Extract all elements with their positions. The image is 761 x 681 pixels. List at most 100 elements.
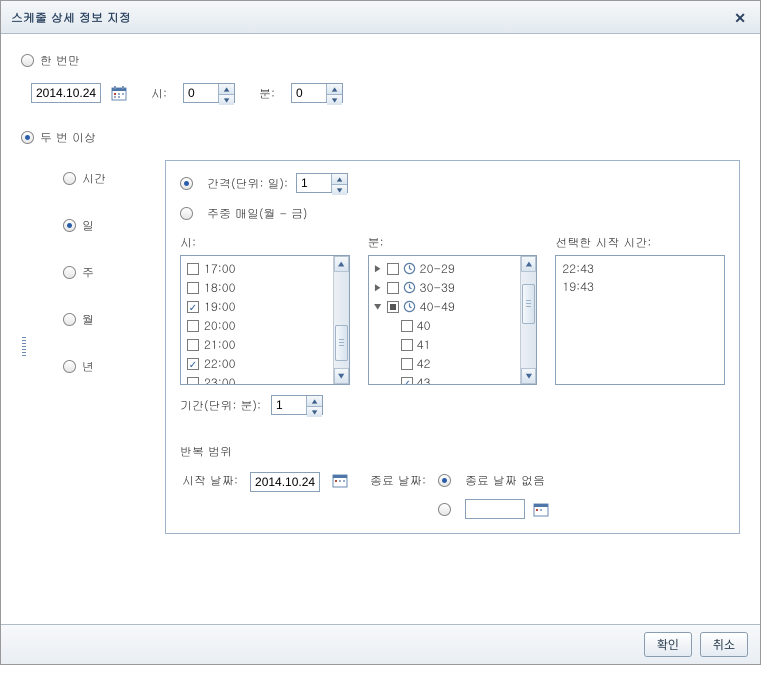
spinner-down-icon[interactable]: ▼ [307,407,322,417]
drag-handle-icon[interactable] [21,332,27,362]
checkbox[interactable] [387,282,399,294]
checkbox[interactable] [401,339,413,351]
hour-item[interactable]: 22:00 [183,354,347,373]
dialog-title: 스케줄 상세 정보 지정 [11,9,131,26]
radio-weekday[interactable] [180,207,193,220]
interval-row: 간격(단위: 일): ▲ ▼ [180,173,725,193]
radio-unit-year[interactable] [63,360,76,373]
minute-item[interactable]: 40 [371,316,535,335]
spinner-up-icon[interactable]: ▲ [219,84,234,95]
once-minute-spinner[interactable]: ▲ ▼ [291,83,343,103]
radio-once-label: 한 번만 [40,52,80,69]
spinner-buttons: ▲ ▼ [306,396,322,414]
expand-icon[interactable]: ▶ [373,279,383,296]
hour-item[interactable]: 17:00 [183,259,347,278]
minute-group[interactable]: ▼ 40-49 [371,297,535,316]
interval-spinner[interactable]: ▲ ▼ [296,173,348,193]
minute-group[interactable]: ▶30-39 [371,278,535,297]
checkbox[interactable] [187,339,199,351]
scroll-down-icon[interactable]: ▼ [334,368,349,384]
minute-group[interactable]: ▶20-29 [371,259,535,278]
scroll-down-icon[interactable]: ▼ [521,368,536,384]
schedule-dialog: 스케줄 상세 정보 지정 ✕ 한 번만 [0,0,761,665]
radio-unit-week[interactable] [63,266,76,279]
unit-year-row: 년 [63,358,143,375]
end-options: 종료 날짜 없음 [438,472,549,519]
scroll-up-icon[interactable]: ▲ [521,256,536,272]
checkbox[interactable] [187,282,199,294]
hour-item[interactable]: 20:00 [183,316,347,335]
minute-item[interactable]: 41 [371,335,535,354]
scrollbar[interactable]: ▲ ▼ [333,256,349,384]
checkbox[interactable] [401,377,413,385]
radio-interval[interactable] [180,177,193,190]
interval-input[interactable] [297,174,331,192]
checkbox[interactable] [387,301,399,313]
scroll-up-icon[interactable]: ▲ [334,256,349,272]
cancel-button[interactable]: 취소 [700,632,748,657]
once-hour-spinner[interactable]: ▲ ▼ [183,83,235,103]
checkbox[interactable] [401,358,413,370]
checkbox[interactable] [387,263,399,275]
minute-group-label: 40-49 [420,298,455,315]
start-date-input[interactable] [250,472,320,492]
checkbox[interactable] [187,263,199,275]
spinner-up-icon[interactable]: ▲ [327,84,342,95]
once-date-input[interactable] [31,83,101,103]
range-row: 시작 날짜: 종료 날짜: [182,472,725,519]
unit-day-label: 일 [82,217,94,234]
hour-item[interactable]: 21:00 [183,335,347,354]
end-date-input[interactable] [465,499,525,519]
radio-unit-day[interactable] [63,219,76,232]
minute-item[interactable]: 42 [371,354,535,373]
minute-item[interactable]: 43 [371,373,535,384]
hours-listbox[interactable]: 17:0018:0019:0020:0021:0022:0023:00 ▲ ▼ [180,255,350,385]
radio-unit-month[interactable] [63,313,76,326]
once-minute-input[interactable] [292,84,326,102]
ok-button[interactable]: 확인 [644,632,692,657]
spinner-up-icon[interactable]: ▲ [307,396,322,407]
checkbox[interactable] [187,358,199,370]
selected-col: 선택한 시작 시간: 22:4319:43 [555,234,725,385]
day-panel: 간격(단위: 일): ▲ ▼ 주중 매일(월 - 금) 시: [165,160,740,534]
hour-item[interactable]: 23:00 [183,373,347,384]
range-section: 반복 범위 시작 날짜: [180,443,725,519]
collapse-icon[interactable]: ▼ [373,298,383,315]
unit-list: 시간 일 주 월 년 [63,160,143,389]
radio-recurring[interactable] [21,131,34,144]
calendar-icon[interactable] [111,85,127,101]
once-hour-input[interactable] [184,84,218,102]
selected-time[interactable]: 19:43 [562,278,718,296]
spinner-down-icon[interactable]: ▼ [219,95,234,105]
calendar-icon[interactable] [332,472,348,488]
checkbox[interactable] [187,320,199,332]
radio-no-end[interactable] [438,474,451,487]
calendar-icon[interactable] [533,501,549,517]
hour-label: 19:00 [204,298,236,315]
spinner-down-icon[interactable]: ▼ [327,95,342,105]
minutes-listbox[interactable]: ▶20-29▶30-39▼40-4940414243 ▲ ▼ [368,255,538,385]
minute-label: 43 [417,374,431,384]
hour-item[interactable]: 19:00 [183,297,347,316]
close-button[interactable]: ✕ [730,7,750,27]
scrollbar[interactable]: ▲ ▼ [520,256,536,384]
checkbox[interactable] [187,301,199,313]
hour-item[interactable]: 18:00 [183,278,347,297]
duration-spinner[interactable]: ▲ ▼ [271,395,323,415]
no-end-label: 종료 날짜 없음 [465,472,545,489]
selected-col-label: 선택한 시작 시간: [555,234,725,251]
checkbox[interactable] [401,320,413,332]
hour-label: 21:00 [204,336,236,353]
selected-time[interactable]: 22:43 [562,260,718,278]
duration-input[interactable] [272,396,306,414]
spinner-up-icon[interactable]: ▲ [332,174,347,185]
radio-unit-hour[interactable] [63,172,76,185]
radio-end-date[interactable] [438,503,451,516]
minutes-col-label: 분: [368,234,538,251]
selected-listbox[interactable]: 22:4319:43 [555,255,725,385]
expand-icon[interactable]: ▶ [373,260,383,277]
checkbox[interactable] [187,377,199,385]
unit-month-row: 월 [63,311,143,328]
spinner-down-icon[interactable]: ▼ [332,185,347,195]
radio-once[interactable] [21,54,34,67]
